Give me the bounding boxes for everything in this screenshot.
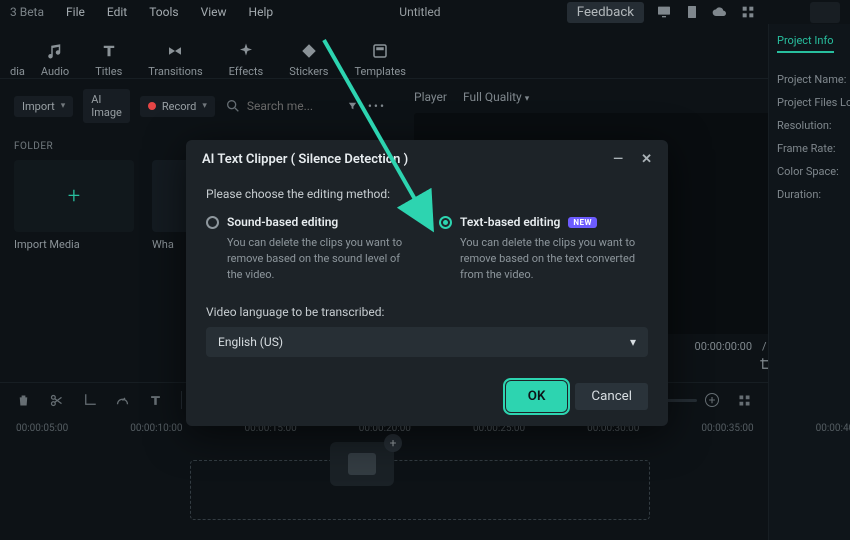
- ok-button[interactable]: OK: [508, 383, 566, 410]
- dialog-title: AI Text Clipper ( Silence Detection ): [202, 152, 408, 167]
- method-text-desc: You can delete the clips you want to rem…: [439, 235, 648, 283]
- language-select[interactable]: English (US) ▾: [206, 327, 648, 357]
- minimize-button[interactable]: —: [613, 153, 623, 166]
- method-text-title: Text-based editing: [460, 215, 560, 229]
- radio-checked-icon[interactable]: [439, 216, 452, 229]
- cancel-button[interactable]: Cancel: [575, 383, 648, 410]
- method-sound-desc: You can delete the clips you want to rem…: [206, 235, 415, 283]
- radio-unchecked-icon[interactable]: [206, 216, 219, 229]
- ai-text-clipper-dialog: AI Text Clipper ( Silence Detection ) — …: [186, 140, 668, 426]
- method-sound-based[interactable]: Sound-based editing You can delete the c…: [206, 215, 415, 283]
- dialog-prompt: Please choose the editing method:: [206, 187, 648, 201]
- language-value: English (US): [218, 335, 283, 349]
- chevron-down-icon: ▾: [630, 335, 636, 349]
- method-text-based[interactable]: Text-based editing NEW You can delete th…: [439, 215, 648, 283]
- language-label: Video language to be transcribed:: [206, 305, 648, 319]
- method-sound-title: Sound-based editing: [227, 215, 338, 229]
- close-button[interactable]: ✕: [641, 153, 652, 166]
- new-badge: NEW: [568, 217, 597, 228]
